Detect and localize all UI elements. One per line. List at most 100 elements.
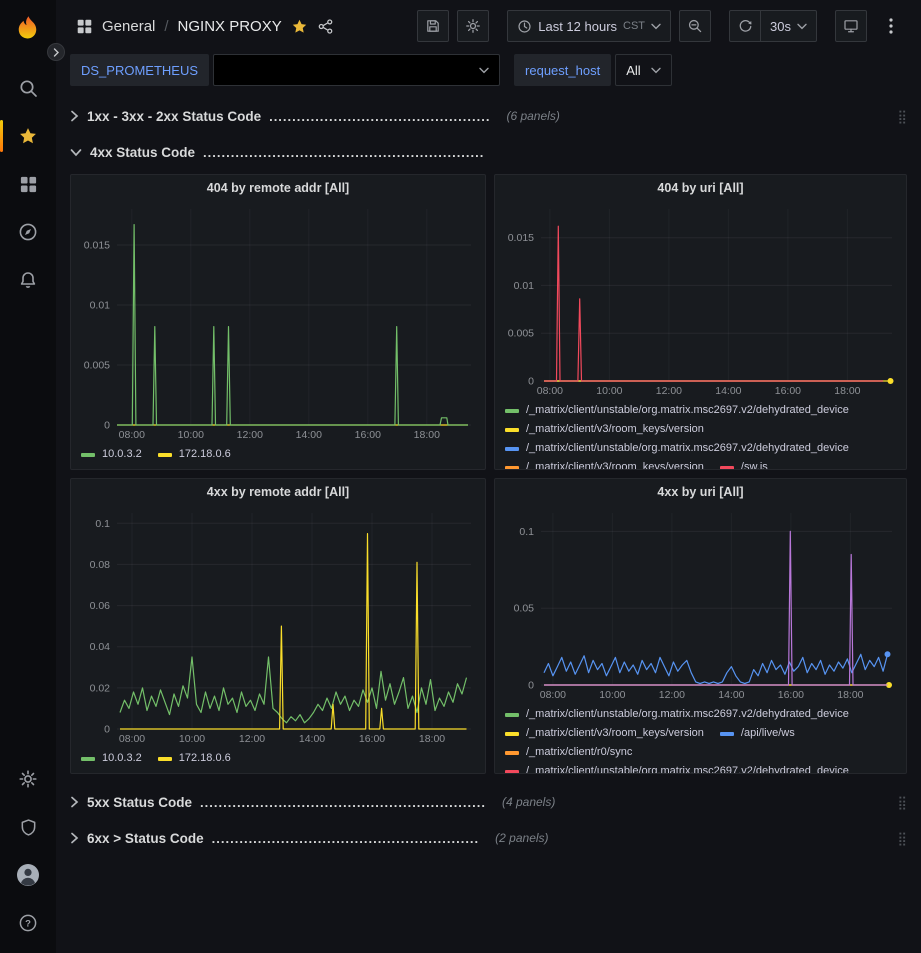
- svg-text:0.01: 0.01: [90, 300, 111, 312]
- kiosk-mode-button[interactable]: [835, 10, 867, 42]
- row-title: 4xx Status Code: [90, 145, 195, 160]
- row-drag-handle[interactable]: ⣿: [897, 832, 907, 845]
- svg-text:12:00: 12:00: [659, 689, 685, 701]
- refresh-interval-select[interactable]: 30s: [761, 10, 817, 42]
- legend-item[interactable]: /sw.js: [720, 458, 768, 469]
- svg-text:08:00: 08:00: [119, 429, 145, 441]
- page-title: NGINX PROXY: [178, 18, 282, 35]
- legend-label: /_matrix/client/unstable/org.matrix.msc2…: [526, 705, 849, 724]
- sidebar-item-help[interactable]: ?: [0, 899, 56, 947]
- legend-item[interactable]: 10.0.3.2: [81, 749, 142, 768]
- sidebar-collapse-toggle[interactable]: [47, 43, 65, 61]
- legend-marker: [505, 732, 519, 736]
- breadcrumb-section[interactable]: General: [102, 18, 155, 35]
- legend-marker: [505, 751, 519, 755]
- legend-label: 10.0.3.2: [102, 445, 142, 464]
- panel-title[interactable]: 404 by uri [All]: [495, 175, 906, 201]
- panel-title[interactable]: 4xx by remote addr [All]: [71, 479, 485, 505]
- dashboard-settings-button[interactable]: [457, 10, 489, 42]
- sidebar-item-settings[interactable]: [0, 755, 56, 803]
- time-series-chart[interactable]: 00.020.040.060.080.108:0010:0012:0014:00…: [71, 505, 485, 747]
- svg-text:0: 0: [104, 724, 110, 736]
- row-header-6xx[interactable]: 6xx > Status Code ......................…: [70, 824, 907, 852]
- panel-title[interactable]: 404 by remote addr [All]: [71, 175, 485, 201]
- svg-text:10:00: 10:00: [599, 689, 625, 701]
- favorite-star-icon[interactable]: [291, 18, 308, 35]
- legend-marker: [720, 732, 734, 736]
- legend-label: /_matrix/client/v3/room_keys/version: [526, 724, 704, 743]
- row-title: 5xx Status Code: [87, 795, 192, 810]
- request-host-value: All: [626, 63, 640, 78]
- legend-marker: [158, 757, 172, 761]
- panel-title[interactable]: 4xx by uri [All]: [495, 479, 906, 505]
- panel-legend: 10.0.3.2 172.18.0.6: [71, 747, 485, 773]
- svg-text:0: 0: [104, 420, 110, 432]
- legend-marker: [158, 453, 172, 457]
- svg-text:16:00: 16:00: [355, 429, 381, 441]
- svg-text:10:00: 10:00: [179, 733, 205, 745]
- legend-label: /_matrix/client/v3/room_keys/version: [526, 458, 704, 469]
- legend-item[interactable]: /_matrix/client/v3/room_keys/version: [505, 724, 704, 743]
- row-header-1xx-3xx-2xx[interactable]: 1xx - 3xx - 2xx Status Code ............…: [70, 102, 907, 130]
- legend-item[interactable]: 10.0.3.2: [81, 445, 142, 464]
- request-host-select[interactable]: All: [615, 54, 671, 86]
- panel-chart-area: 00.0050.010.01508:0010:0012:0014:0016:00…: [71, 201, 485, 443]
- svg-text:14:00: 14:00: [718, 689, 744, 701]
- row-title-dots: ........................................…: [212, 831, 480, 846]
- datasource-select[interactable]: [213, 54, 500, 86]
- refresh-button[interactable]: [729, 10, 761, 42]
- legend-label: 172.18.0.6: [179, 445, 231, 464]
- save-dashboard-button[interactable]: [417, 10, 449, 42]
- legend-item[interactable]: /_matrix/client/v3/room_keys/version: [505, 458, 704, 469]
- time-range-picker[interactable]: Last 12 hours CST: [507, 10, 671, 42]
- sidebar-item-search[interactable]: [0, 64, 56, 112]
- sidebar-item-starred[interactable]: [0, 112, 56, 160]
- svg-text:0.015: 0.015: [84, 240, 110, 252]
- sidebar-item-explore[interactable]: [0, 208, 56, 256]
- sidebar-item-dashboards[interactable]: [0, 160, 56, 208]
- svg-text:08:00: 08:00: [119, 733, 145, 745]
- clock-icon: [517, 19, 532, 34]
- legend-item[interactable]: /_matrix/client/unstable/org.matrix.msc2…: [505, 762, 849, 773]
- time-series-chart[interactable]: 00.050.108:0010:0012:0014:0016:0018:00: [495, 505, 906, 703]
- legend-item[interactable]: /_matrix/client/unstable/org.matrix.msc2…: [505, 705, 849, 724]
- time-series-chart[interactable]: 00.0050.010.01508:0010:0012:0014:0016:00…: [71, 201, 485, 443]
- svg-text:0: 0: [528, 376, 534, 388]
- svg-text:0.005: 0.005: [508, 328, 534, 340]
- time-range-label: Last 12 hours: [538, 19, 617, 34]
- apps-icon: [76, 18, 93, 35]
- svg-text:0.015: 0.015: [508, 232, 534, 244]
- sidebar-item-security[interactable]: [0, 803, 56, 851]
- legend-item[interactable]: 172.18.0.6: [158, 445, 231, 464]
- panel-chart-area: 00.0050.010.01508:0010:0012:0014:0016:00…: [495, 201, 906, 399]
- dashboards-grid-icon: [19, 175, 38, 194]
- breadcrumb-separator: /: [164, 18, 168, 35]
- sidebar-item-profile[interactable]: [0, 851, 56, 899]
- legend-marker: [81, 757, 95, 761]
- share-icon[interactable]: [317, 18, 334, 35]
- legend-marker: [505, 447, 519, 451]
- legend-label: /_matrix/client/v3/room_keys/version: [526, 420, 704, 439]
- legend-item[interactable]: /_matrix/client/unstable/org.matrix.msc2…: [505, 401, 849, 420]
- legend-item[interactable]: /api/live/ws: [720, 724, 795, 743]
- more-options-icon[interactable]: [875, 10, 907, 42]
- time-series-chart[interactable]: 00.0050.010.01508:0010:0012:0014:0016:00…: [495, 201, 906, 399]
- legend-item[interactable]: /_matrix/client/unstable/org.matrix.msc2…: [505, 439, 849, 458]
- legend-item[interactable]: /_matrix/client/r0/sync: [505, 743, 632, 762]
- legend-item[interactable]: 172.18.0.6: [158, 749, 231, 768]
- row-drag-handle[interactable]: ⣿: [897, 796, 907, 809]
- svg-text:0.01: 0.01: [514, 280, 535, 292]
- panel-4xx-by-remote-addr: 4xx by remote addr [All] 00.020.040.060.…: [70, 478, 486, 774]
- row-header-4xx[interactable]: 4xx Status Code ........................…: [70, 138, 907, 166]
- row-drag-handle[interactable]: ⣿: [897, 110, 907, 123]
- svg-text:18:00: 18:00: [414, 429, 440, 441]
- chevron-right-icon: [70, 110, 79, 122]
- grafana-logo[interactable]: [7, 8, 49, 50]
- sidebar-item-alerting[interactable]: [0, 256, 56, 304]
- svg-text:0.1: 0.1: [95, 518, 110, 530]
- chevron-down-icon: [651, 67, 661, 74]
- legend-item[interactable]: /_matrix/client/v3/room_keys/version: [505, 420, 704, 439]
- chevron-down-icon: [479, 67, 489, 74]
- zoom-out-button[interactable]: [679, 10, 711, 42]
- row-header-5xx[interactable]: 5xx Status Code ........................…: [70, 788, 907, 816]
